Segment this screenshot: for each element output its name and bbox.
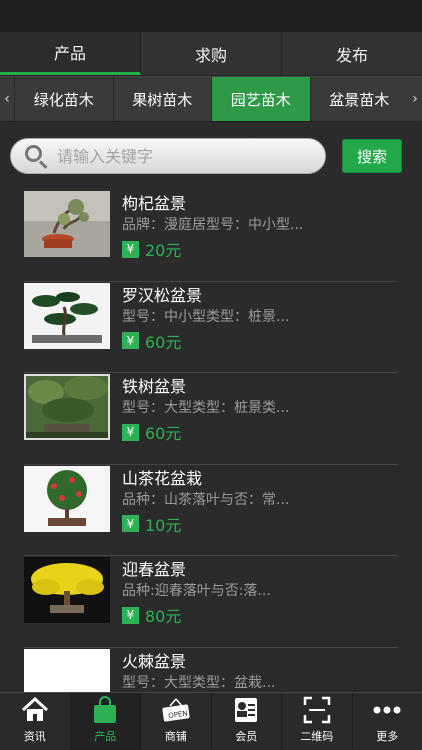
product-desc: 品种:迎春落叶与否:落... — [122, 583, 271, 599]
shopping-bag-icon — [89, 694, 121, 726]
tab-products[interactable]: 产品 — [0, 32, 141, 75]
nav-label: 会员 — [235, 730, 258, 743]
product-name: 罗汉松盆景 — [122, 285, 203, 305]
product-desc: 品种：山茶落叶与否：常... — [122, 491, 290, 508]
chevron-left-icon[interactable]: ‹ — [0, 77, 14, 121]
nav-products[interactable]: 产品 — [70, 693, 141, 750]
category-fruit-trees[interactable]: 果树苗木 — [112, 77, 212, 121]
yen-icon: ¥ — [122, 423, 139, 441]
product-desc: 型号：大型类型：盆栽... — [122, 674, 276, 691]
list-item[interactable]: 山茶花盆栽 品种：山茶落叶与否：常... ¥10元 — [24, 465, 398, 556]
product-desc: 型号：大型类型：桩景类... — [122, 400, 290, 416]
product-list: 枸杞盆景 品牌：漫庭居型号：中小型... ¥20元 罗汉松盆景 型号：中小型类型… — [0, 190, 422, 739]
product-desc: 型号：中小型类型：桩景... — [122, 308, 290, 325]
product-name: 铁树盆景 — [122, 377, 187, 396]
qr-scan-icon — [301, 694, 333, 726]
search-row: 搜索 — [0, 122, 422, 190]
product-name: 枸杞盆景 — [122, 194, 187, 213]
product-price: ¥20元 — [122, 237, 398, 261]
yen-icon: ¥ — [122, 515, 139, 532]
search-input[interactable] — [57, 146, 297, 166]
nav-qrcode[interactable]: 二维码 — [282, 693, 353, 750]
product-name: 火棘盆景 — [122, 651, 187, 671]
bottom-nav: 资讯 产品 OPEN 商铺 会员 二维码 更多 — [0, 692, 422, 750]
category-greening[interactable]: 绿化苗木 — [14, 77, 113, 121]
product-desc: 品牌：漫庭居型号：中小型... — [122, 217, 304, 233]
search-icon — [23, 143, 49, 169]
product-name: 山茶花盆栽 — [122, 468, 203, 488]
product-name: 迎春盆景 — [122, 560, 187, 579]
product-image — [24, 374, 110, 440]
list-item[interactable]: 铁树盆景 型号：大型类型：桩景类... ¥60元 — [24, 373, 398, 465]
yen-icon: ¥ — [122, 332, 139, 349]
tab-publish[interactable]: 发布 — [282, 32, 422, 75]
nav-more[interactable]: 更多 — [353, 693, 422, 750]
chevron-right-icon[interactable]: › — [408, 77, 422, 121]
nav-label: 产品 — [94, 730, 117, 743]
top-tabs: 产品 求购 发布 — [0, 32, 422, 76]
product-price: ¥60元 — [122, 329, 398, 353]
nav-label: 更多 — [376, 730, 399, 743]
product-image — [24, 465, 110, 532]
category-bar: ‹ 绿化苗木 果树苗木 园艺苗木 盆景苗木 › — [0, 76, 422, 122]
list-item[interactable]: 迎春盆景 品种:迎春落叶与否:落... ¥80元 — [24, 556, 398, 648]
status-bar — [0, 0, 422, 32]
product-image — [24, 557, 110, 623]
nav-members[interactable]: 会员 — [212, 693, 282, 750]
nav-label: 二维码 — [300, 730, 334, 743]
home-icon — [19, 694, 51, 726]
member-card-icon — [230, 694, 262, 726]
open-sign-icon: OPEN — [160, 694, 192, 726]
search-box[interactable] — [10, 138, 326, 174]
more-dots-icon — [371, 694, 403, 726]
nav-news[interactable]: 资讯 — [0, 693, 71, 750]
category-horticulture[interactable]: 园艺苗木 — [211, 77, 310, 121]
product-image — [24, 191, 110, 257]
tab-requests[interactable]: 求购 — [141, 32, 282, 75]
list-item[interactable]: 枸杞盆景 品牌：漫庭居型号：中小型... ¥20元 — [24, 190, 398, 282]
product-price: ¥10元 — [122, 512, 398, 536]
category-bonsai[interactable]: 盆景苗木 — [309, 77, 409, 121]
nav-label: 资讯 — [23, 730, 46, 743]
product-price: ¥60元 — [122, 420, 398, 444]
nav-shops[interactable]: OPEN 商铺 — [141, 693, 212, 750]
search-button[interactable]: 搜索 — [342, 139, 402, 173]
list-item[interactable]: 罗汉松盆景 型号：中小型类型：桩景... ¥60元 — [24, 282, 398, 373]
product-price: ¥80元 — [122, 603, 398, 627]
nav-label: 商铺 — [164, 730, 187, 743]
yen-icon: ¥ — [122, 606, 139, 624]
product-image — [24, 282, 110, 349]
yen-icon: ¥ — [122, 240, 139, 258]
